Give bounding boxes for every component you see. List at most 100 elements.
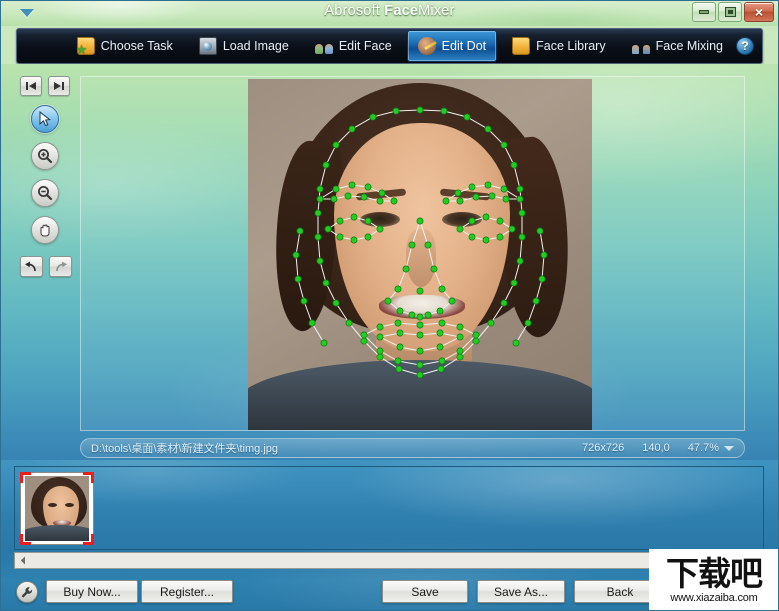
landmark-dot[interactable] bbox=[322, 161, 330, 169]
landmark-dot[interactable] bbox=[376, 197, 384, 205]
landmark-dot[interactable] bbox=[308, 319, 316, 327]
zoom-out-tool[interactable] bbox=[31, 179, 59, 207]
landmark-dot[interactable] bbox=[456, 323, 464, 331]
next-image-button[interactable] bbox=[48, 76, 70, 96]
landmark-dot[interactable] bbox=[416, 321, 424, 329]
landmark-dot[interactable] bbox=[516, 257, 524, 265]
landmark-dot[interactable] bbox=[364, 183, 372, 191]
toolbar-item-face-library[interactable]: Face Library bbox=[501, 30, 616, 62]
landmark-dot[interactable] bbox=[376, 347, 384, 355]
landmark-dot[interactable] bbox=[322, 279, 330, 287]
landmark-dot[interactable] bbox=[518, 233, 526, 241]
landmark-dot[interactable] bbox=[437, 365, 445, 373]
landmark-dot[interactable] bbox=[378, 189, 386, 197]
landmark-dot[interactable] bbox=[360, 193, 368, 201]
landmark-dot[interactable] bbox=[540, 251, 548, 259]
zoom-in-tool[interactable] bbox=[31, 142, 59, 170]
toolbar-item-choose-task[interactable]: Choose Task bbox=[66, 30, 184, 62]
landmark-dot[interactable] bbox=[496, 233, 504, 241]
landmark-dot[interactable] bbox=[463, 113, 471, 121]
landmark-dot[interactable] bbox=[454, 189, 462, 197]
landmark-dot[interactable] bbox=[440, 107, 448, 115]
landmark-dot[interactable] bbox=[484, 125, 492, 133]
landmark-dot[interactable] bbox=[502, 195, 510, 203]
landmark-dot[interactable] bbox=[316, 195, 324, 203]
landmark-dot[interactable] bbox=[456, 197, 464, 205]
landmark-dot[interactable] bbox=[324, 225, 332, 233]
landmark-dot[interactable] bbox=[500, 141, 508, 149]
landmark-dot[interactable] bbox=[416, 371, 424, 379]
landmark-dot[interactable] bbox=[376, 353, 384, 361]
landmark-dot[interactable] bbox=[294, 275, 302, 283]
toolbar-item-edit-face[interactable]: Edit Face bbox=[304, 30, 403, 62]
zoom-level-selector[interactable]: 47.7% bbox=[688, 442, 734, 454]
save-as-button[interactable]: Save As... bbox=[477, 580, 565, 603]
landmark-dot[interactable] bbox=[468, 233, 476, 241]
landmark-dot[interactable] bbox=[516, 185, 524, 193]
landmark-dot[interactable] bbox=[484, 181, 492, 189]
landmark-dot[interactable] bbox=[496, 217, 504, 225]
landmark-dot[interactable] bbox=[442, 197, 450, 205]
landmark-dot[interactable] bbox=[488, 192, 496, 200]
landmark-dot[interactable] bbox=[344, 192, 352, 200]
landmark-dot[interactable] bbox=[360, 331, 368, 339]
landmark-dot[interactable] bbox=[438, 319, 446, 327]
landmark-dot[interactable] bbox=[416, 106, 424, 114]
landmark-dot[interactable] bbox=[472, 337, 480, 345]
landmark-dot[interactable] bbox=[332, 185, 340, 193]
landmark-dot[interactable] bbox=[456, 353, 464, 361]
landmark-dot[interactable] bbox=[316, 257, 324, 265]
landmark-dot[interactable] bbox=[408, 241, 416, 249]
landmark-dot[interactable] bbox=[316, 185, 324, 193]
landmark-dot[interactable] bbox=[345, 319, 353, 327]
landmark-dot[interactable] bbox=[456, 333, 464, 341]
landmark-dot[interactable] bbox=[348, 181, 356, 189]
landmark-dot[interactable] bbox=[468, 217, 476, 225]
settings-button[interactable] bbox=[16, 581, 38, 603]
landmark-dot[interactable] bbox=[360, 337, 368, 345]
landmark-dot[interactable] bbox=[384, 297, 392, 305]
landmark-dot[interactable] bbox=[518, 209, 526, 217]
undo-button[interactable] bbox=[20, 256, 43, 277]
landmark-dot[interactable] bbox=[416, 361, 424, 369]
select-tool[interactable] bbox=[31, 105, 59, 133]
caret-down-icon[interactable] bbox=[20, 9, 34, 17]
landmark-dot[interactable] bbox=[487, 319, 495, 327]
toolbar-item-face-mixing[interactable]: Face Mixing bbox=[621, 30, 734, 62]
landmark-dot[interactable] bbox=[416, 331, 424, 339]
landmark-dot[interactable] bbox=[510, 279, 518, 287]
landmark-dot[interactable] bbox=[424, 311, 432, 319]
landmark-dot[interactable] bbox=[376, 225, 384, 233]
landmark-dot[interactable] bbox=[395, 365, 403, 373]
landmark-dot[interactable] bbox=[336, 233, 344, 241]
landmark-dot[interactable] bbox=[296, 227, 304, 235]
landmark-dot[interactable] bbox=[350, 213, 358, 221]
image-canvas[interactable] bbox=[80, 76, 745, 431]
landmark-dot[interactable] bbox=[416, 217, 424, 225]
register-button[interactable]: Register... bbox=[141, 580, 233, 603]
close-button[interactable]: × bbox=[744, 2, 774, 22]
landmark-dot[interactable] bbox=[376, 323, 384, 331]
landmark-dot[interactable] bbox=[468, 183, 476, 191]
face-landmark-overlay[interactable] bbox=[248, 79, 592, 430]
landmark-dot[interactable] bbox=[348, 125, 356, 133]
landmark-dot[interactable] bbox=[416, 287, 424, 295]
toolbar-item-edit-dot[interactable]: Edit Dot bbox=[406, 30, 498, 62]
landmark-dot[interactable] bbox=[516, 195, 524, 203]
landmark-dot[interactable] bbox=[416, 347, 424, 355]
maximize-button[interactable] bbox=[718, 2, 742, 22]
landmark-dot[interactable] bbox=[394, 319, 402, 327]
landmark-dot[interactable] bbox=[300, 297, 308, 305]
landmark-dot[interactable] bbox=[456, 347, 464, 355]
landmark-dot[interactable] bbox=[508, 225, 516, 233]
landmark-dot[interactable] bbox=[396, 307, 404, 315]
landmark-dot[interactable] bbox=[436, 343, 444, 351]
landmark-dot[interactable] bbox=[500, 299, 508, 307]
landmark-dot[interactable] bbox=[524, 319, 532, 327]
toolbar-item-load-image[interactable]: Load Image bbox=[188, 30, 300, 62]
landmark-dot[interactable] bbox=[394, 285, 402, 293]
help-button[interactable]: ? bbox=[736, 37, 754, 55]
buy-now-button[interactable]: Buy Now... bbox=[46, 580, 138, 603]
landmark-dot[interactable] bbox=[396, 329, 404, 337]
landmark-dot[interactable] bbox=[500, 185, 508, 193]
